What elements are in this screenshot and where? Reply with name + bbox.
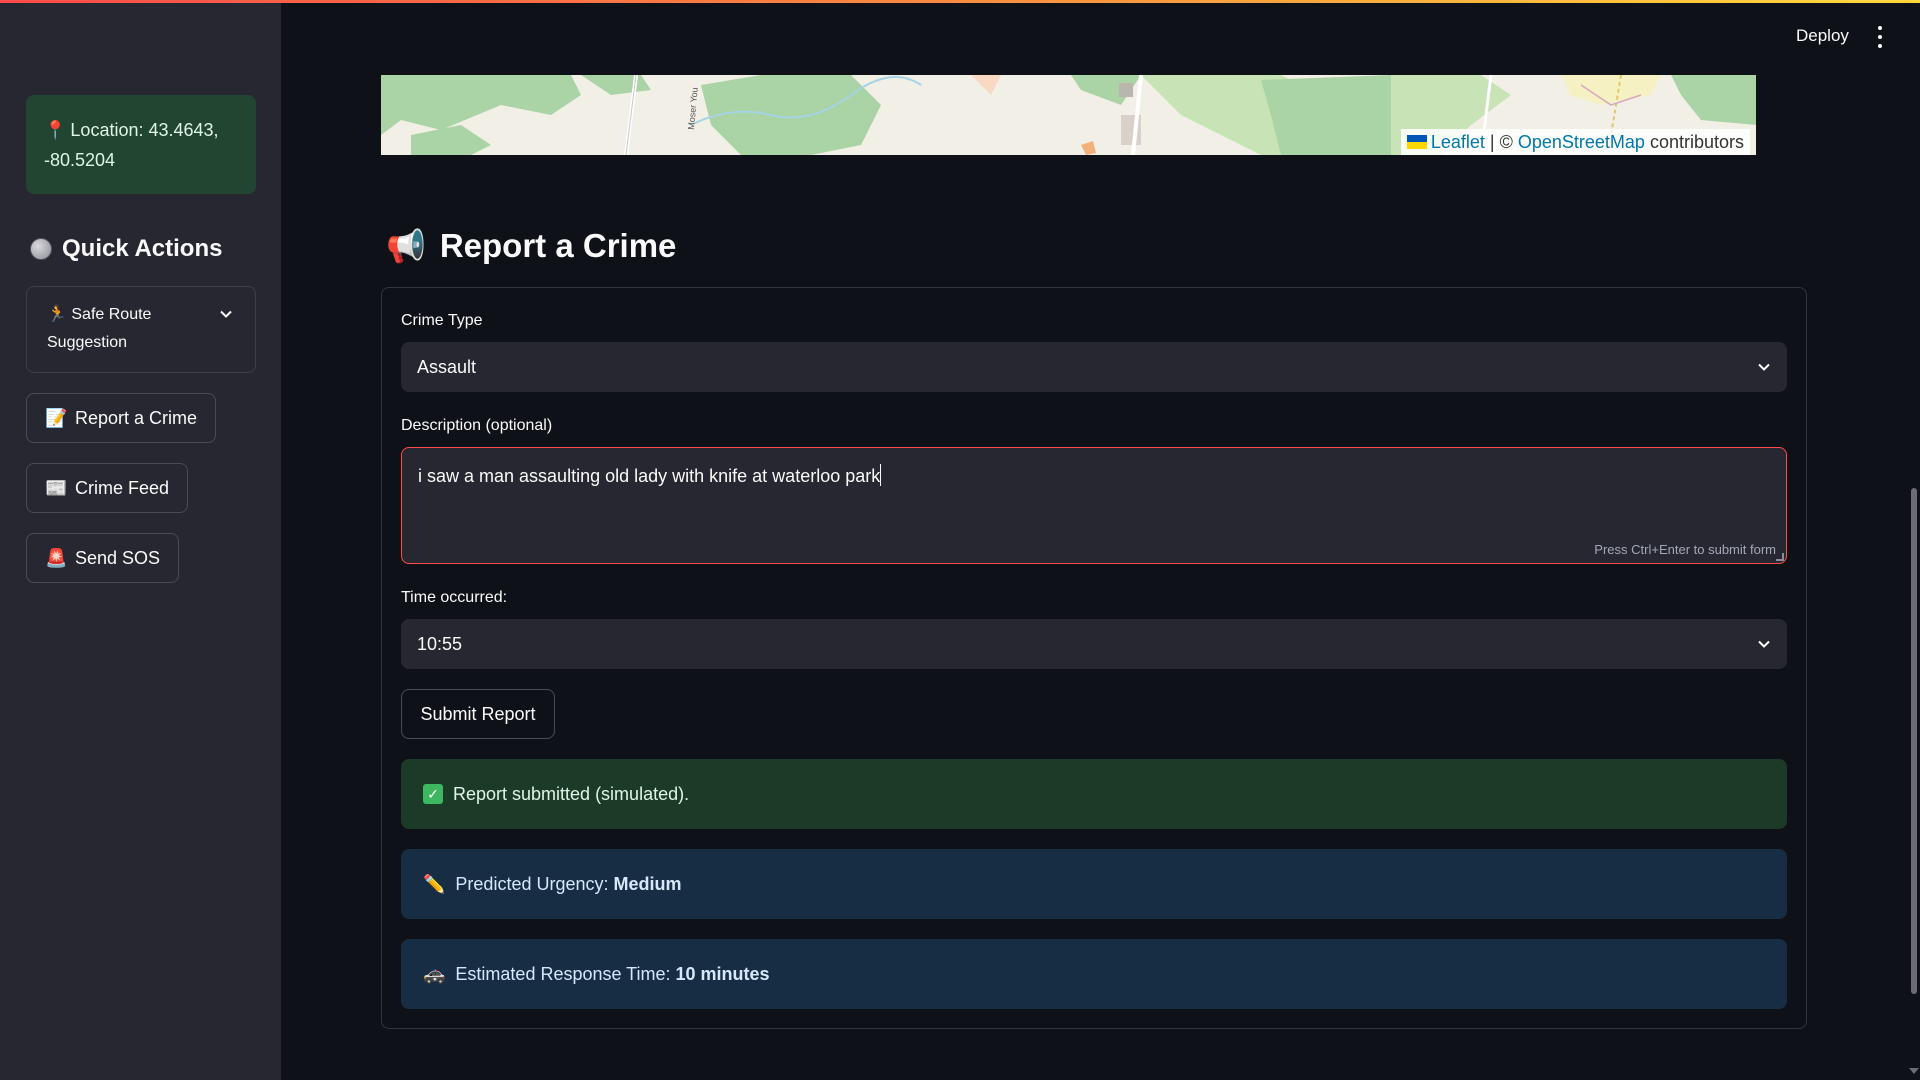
pin-icon: 📍 (44, 120, 67, 140)
check-mark-icon: ✓ (423, 784, 443, 804)
quick-actions-heading: Quick Actions (30, 232, 222, 266)
description-textarea[interactable]: i saw a man assaulting old lady with kni… (401, 447, 1787, 564)
success-alert: ✓ Report submitted (simulated). (401, 759, 1787, 829)
text-cursor (880, 464, 882, 486)
pencil-icon: ✏️ (423, 873, 446, 894)
attribution-separator: | © (1484, 132, 1518, 152)
response-time-alert: 🚓 Estimated Response Time: 10 minutes (401, 939, 1787, 1009)
crime-type-value: Assault (417, 356, 477, 377)
urgency-text: Predicted Urgency: Medium (455, 874, 681, 895)
kebab-menu-icon[interactable] (1875, 26, 1885, 48)
siren-icon: 🚨 (45, 547, 68, 568)
walking-person-icon: 🏃 (47, 306, 67, 323)
page-title-text: Report a Crime (439, 227, 677, 264)
memo-icon: 📝 (45, 407, 68, 428)
map-view[interactable]: Moser You Leaflet | © OpenStreetMap cont… (381, 75, 1756, 155)
police-car-icon: 🚓 (423, 963, 446, 984)
deploy-button[interactable]: Deploy (1796, 26, 1849, 46)
megaphone-icon: 📢 (386, 228, 426, 264)
radio-button-icon (30, 238, 52, 260)
response-value: 10 minutes (675, 963, 770, 984)
newspaper-icon: 📰 (45, 477, 68, 498)
crime-type-label: Crime Type (401, 312, 483, 329)
response-text: Estimated Response Time: 10 minutes (455, 964, 769, 985)
leaflet-link[interactable]: Leaflet (1431, 132, 1485, 152)
urgency-prefix: Predicted Urgency: (455, 873, 614, 894)
attribution-tail: contributors (1644, 132, 1744, 152)
location-text: Location: 43.4643, -80.5204 (44, 120, 219, 170)
crime-feed-button[interactable]: 📰 Crime Feed (26, 463, 189, 513)
response-prefix: Estimated Response Time: (455, 963, 676, 984)
scrollbar-thumb[interactable] (1911, 488, 1917, 994)
send-sos-label: Send SOS (75, 547, 161, 568)
urgency-value: Medium (613, 873, 682, 894)
map-attribution: Leaflet | © OpenStreetMap contributors (1400, 129, 1750, 155)
page-title: 📢 Report a Crime (386, 224, 676, 268)
urgency-alert: ✏️ Predicted Urgency: Medium (401, 849, 1787, 919)
success-text: Report submitted (simulated). (453, 783, 690, 804)
crime-type-select[interactable]: Assault (401, 342, 1787, 392)
openstreetmap-link[interactable]: OpenStreetMap (1518, 132, 1645, 152)
report-crime-button[interactable]: 📝 Report a Crime (26, 393, 217, 443)
crime-feed-label: Crime Feed (75, 477, 170, 498)
top-decoration-bar (0, 0, 1920, 3)
sidebar: 📍 Location: 43.4643, -80.5204 Quick Actio… (0, 0, 281, 1080)
chevron-down-icon (1758, 640, 1770, 648)
chevron-down-icon (1758, 363, 1770, 371)
safe-route-expander[interactable]: 🏃 Safe Route Suggestion (26, 286, 256, 373)
report-crime-label: Report a Crime (75, 407, 198, 428)
resize-handle-icon[interactable] (1776, 553, 1784, 561)
quick-actions-title: Quick Actions (62, 235, 223, 262)
chevron-down-icon (220, 310, 232, 318)
description-value: i saw a man assaulting old lady with kni… (418, 466, 881, 486)
ukraine-flag-icon (1406, 135, 1427, 149)
time-occurred-label: Time occurred: (401, 589, 508, 606)
description-label: Description (optional) (401, 417, 553, 434)
submit-hint: Press Ctrl+Enter to submit form (1594, 542, 1776, 557)
location-info-box: 📍 Location: 43.4643, -80.5204 (26, 95, 256, 194)
scroll-down-arrow-icon[interactable] (1909, 1068, 1919, 1074)
send-sos-button[interactable]: 🚨 Send SOS (26, 533, 180, 583)
time-occurred-select[interactable]: 10:55 (401, 619, 1787, 669)
submit-report-button[interactable]: Submit Report (401, 689, 555, 739)
time-value: 10:55 (417, 633, 463, 654)
